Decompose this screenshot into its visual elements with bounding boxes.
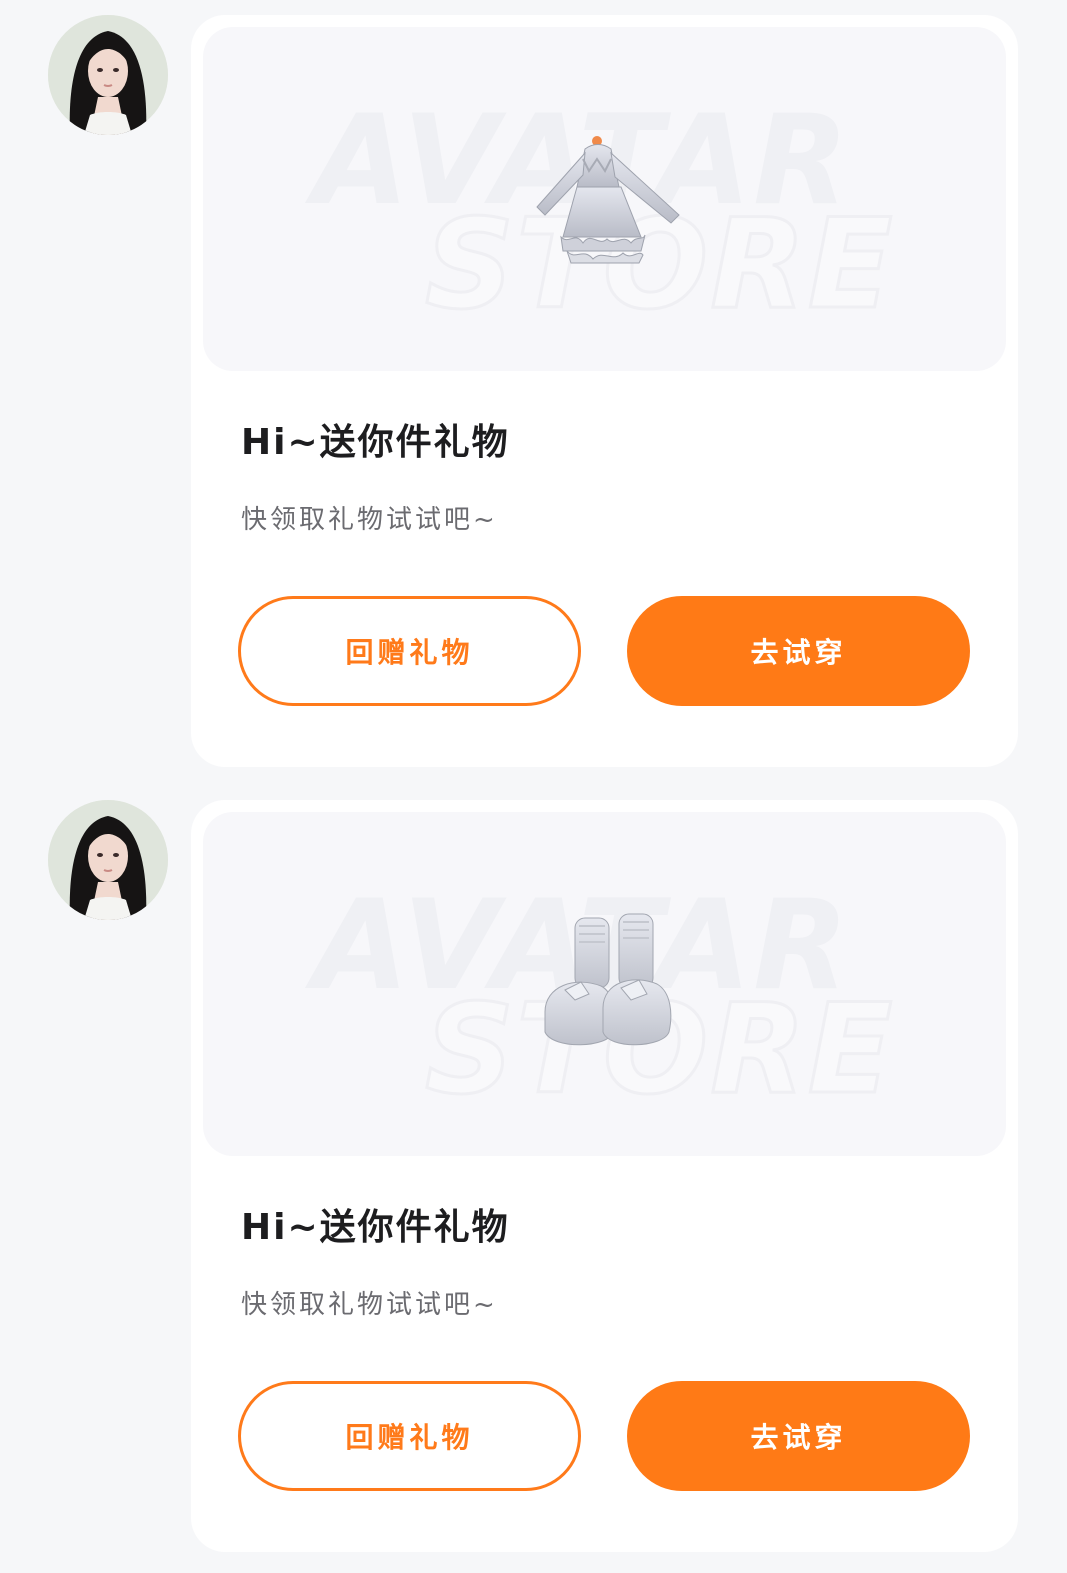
gift-card: AVATAR STORE Hi~送你件礼物 快领取礼物试试 [191, 15, 1018, 767]
user-avatar-photo-icon [48, 15, 168, 135]
gift-subtitle: 快领取礼物试试吧~ [241, 1290, 498, 1320]
gift-card: AVATAR STORE Hi~送你件礼物 快领取礼物试试 [191, 800, 1018, 1552]
gift-title: Hi~送你件礼物 [241, 1207, 510, 1248]
user-avatar-photo-icon [48, 800, 168, 920]
shoes-icon [544, 913, 672, 1046]
sender-avatar[interactable] [48, 15, 168, 135]
try-on-button[interactable]: 去试穿 [627, 1381, 970, 1491]
item-preview[interactable]: AVATAR STORE [203, 812, 1006, 1156]
item-preview[interactable]: AVATAR STORE [203, 27, 1006, 371]
try-on-button[interactable]: 去试穿 [627, 596, 970, 706]
gift-back-button[interactable]: 回赠礼物 [238, 1381, 581, 1491]
gift-title: Hi~送你件礼物 [241, 422, 510, 463]
gift-subtitle: 快领取礼物试试吧~ [241, 505, 498, 535]
sender-avatar[interactable] [48, 800, 168, 920]
dress-icon [536, 136, 680, 264]
gift-back-button[interactable]: 回赠礼物 [238, 596, 581, 706]
